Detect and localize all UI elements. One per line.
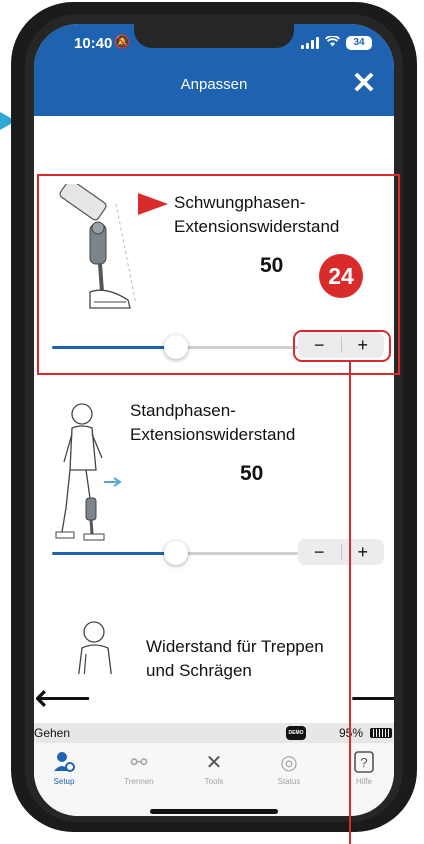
mode-status-bar: Gehen DEMO 95% (34, 723, 394, 743)
status-time: 10:40 (74, 35, 113, 52)
tab-bar: Setup ⚯ Trennen ✕ Tools ◎ Status ? Hilfe (34, 743, 394, 816)
unlink-icon: ⚯ (130, 752, 148, 774)
callout-leader-line (349, 362, 351, 844)
tab-setup[interactable]: Setup (34, 751, 94, 786)
slider-fill (52, 552, 176, 555)
device-battery-percent: 95% (339, 726, 364, 740)
device-battery-icon (370, 728, 392, 738)
person-stairs-icon (72, 620, 122, 674)
value-stepper: − + (298, 539, 384, 565)
page-title: Anpassen (180, 76, 248, 93)
tools-icon: ✕ (205, 752, 223, 774)
help-icon: ? (334, 751, 394, 775)
app-screen: 10:40 🔕 34 Anpassen ✕ Schwungphasen- Ext… (34, 24, 394, 816)
activity-mode: Gehen (34, 726, 71, 740)
wifi-icon (324, 35, 341, 50)
next-arrow-icon[interactable]: ⟶ (350, 678, 394, 718)
signal-icon (301, 36, 319, 49)
tab-label: Status (277, 777, 301, 786)
status-gauge-icon: ◎ (280, 752, 298, 774)
app-header: 10:40 🔕 34 Anpassen ✕ (34, 24, 394, 116)
callout-number-badge: 24 (319, 254, 363, 298)
demo-badge: DEMO (286, 726, 306, 740)
tab-status[interactable]: ◎ Status (259, 751, 319, 786)
person-gear-icon (34, 751, 94, 775)
tab-trennen[interactable]: ⚯ Trennen (109, 751, 169, 786)
tab-label: Tools (204, 777, 224, 786)
status-icons: 34 (301, 35, 372, 50)
increment-button[interactable]: + (342, 539, 385, 565)
decrement-button[interactable]: − (298, 539, 341, 565)
tab-label: Hilfe (355, 777, 372, 786)
walking-person-prosthesis-icon (44, 400, 134, 555)
setting-value: 50 (240, 462, 264, 485)
slider-thumb[interactable] (164, 541, 188, 565)
mute-bell-icon: 🔕 (114, 34, 131, 49)
battery-icon: 34 (346, 35, 372, 50)
previous-arrow-icon[interactable]: ⟵ (34, 678, 91, 718)
setting-slider[interactable] (52, 541, 298, 565)
home-indicator (150, 809, 278, 814)
stepper-highlight-ring (293, 330, 391, 362)
setting-title-line1: Widerstand für Treppen (146, 637, 324, 656)
close-button[interactable]: ✕ (350, 68, 378, 100)
setting-title-line2: Extensionswiderstand (130, 425, 296, 444)
device-notch (134, 24, 294, 48)
tab-hilfe[interactable]: ? Hilfe (334, 751, 394, 786)
tab-label: Setup (53, 777, 75, 786)
tab-label: Trennen (124, 777, 154, 786)
svg-text:?: ? (360, 755, 367, 770)
setting-title-line2: und Schrägen (146, 661, 252, 680)
tab-tools[interactable]: ✕ Tools (184, 751, 244, 786)
setting-title-line1: Standphasen- (130, 401, 236, 420)
